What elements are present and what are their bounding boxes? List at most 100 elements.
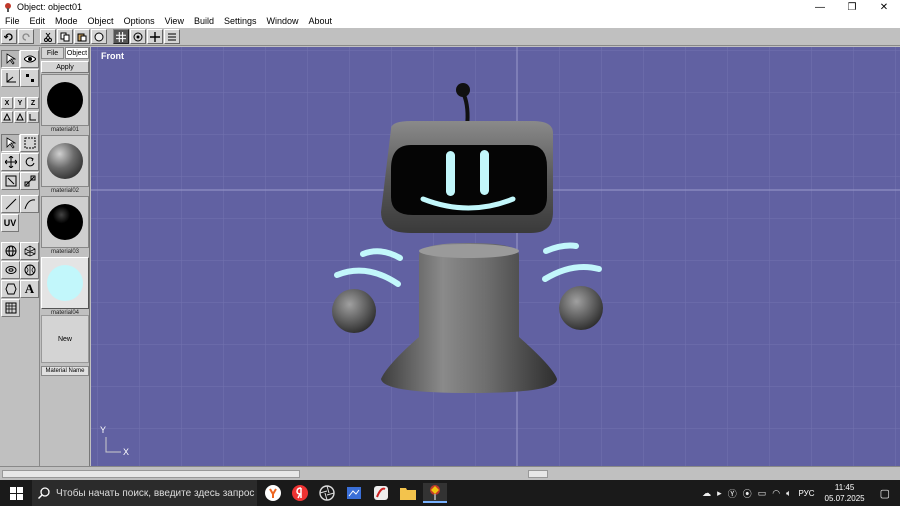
material-name-field[interactable]: Material Name xyxy=(41,366,89,376)
view-tool[interactable] xyxy=(20,50,39,68)
torus-tool[interactable] xyxy=(1,261,20,279)
rotate-tool[interactable] xyxy=(20,153,39,171)
new-material-button[interactable]: New xyxy=(41,315,89,363)
language-indicator[interactable]: РУС xyxy=(799,489,815,498)
uv-tool[interactable]: UV xyxy=(1,214,19,232)
mesh-tool[interactable] xyxy=(20,242,39,260)
menu-mode[interactable]: Mode xyxy=(50,16,83,26)
wifi-icon[interactable]: ◠ xyxy=(772,488,780,499)
line-tool[interactable] xyxy=(1,195,20,213)
taskbar-app3[interactable] xyxy=(315,483,339,503)
menu-about[interactable]: About xyxy=(304,16,338,26)
arrow-cursor-icon xyxy=(6,53,16,65)
flame-icon[interactable]: ⦿ xyxy=(743,487,752,500)
robot-hand-right xyxy=(559,286,603,330)
menu-view[interactable]: View xyxy=(160,16,189,26)
material-slot-01[interactable] xyxy=(41,74,89,126)
lock-y-button[interactable] xyxy=(14,111,26,123)
grid-button[interactable] xyxy=(113,29,129,44)
link-icon xyxy=(24,175,35,187)
notifications-icon[interactable]: ▢ xyxy=(880,487,890,500)
material-preview xyxy=(47,265,83,301)
system-tray: ☁ ▸ Ⓨ ⦿ ▭ ◠ 🔈︎ РУС 11:45 05.07.2025 ▢ xyxy=(699,480,900,506)
menu-build[interactable]: Build xyxy=(189,16,219,26)
start-button[interactable] xyxy=(0,480,32,506)
cut-button[interactable] xyxy=(40,29,56,44)
horizontal-scrollbar[interactable] xyxy=(0,466,900,480)
minimize-button[interactable]: — xyxy=(804,0,836,14)
redo-button[interactable] xyxy=(18,29,34,44)
menu-object[interactable]: Object xyxy=(83,16,119,26)
lathe-icon xyxy=(24,264,35,276)
polygon-tool[interactable] xyxy=(1,280,20,298)
tab-file[interactable]: File xyxy=(41,47,64,59)
redo-icon xyxy=(22,32,30,41)
lock-x-button[interactable] xyxy=(1,111,13,123)
restore-button[interactable]: ❐ xyxy=(836,0,868,14)
axis-x-label: X xyxy=(123,447,130,457)
copy-button[interactable] xyxy=(57,29,73,44)
marquee-icon xyxy=(24,137,35,149)
pointer-tool[interactable] xyxy=(1,134,20,152)
lock-z-button[interactable] xyxy=(27,111,39,123)
sphere-button[interactable] xyxy=(91,29,107,44)
undo-button[interactable] xyxy=(1,29,17,44)
move-button[interactable] xyxy=(147,29,163,44)
search-icon xyxy=(38,487,50,499)
select-tool[interactable] xyxy=(1,50,20,68)
tab-object[interactable]: Object xyxy=(65,47,89,59)
axis-z-button[interactable]: Z xyxy=(27,97,39,109)
material-preview xyxy=(47,143,83,179)
scrollbar-handle[interactable] xyxy=(528,470,548,478)
volume-icon[interactable]: 🔈︎ xyxy=(786,488,791,499)
battery-icon[interactable]: ▭ xyxy=(758,488,767,499)
cloud-icon[interactable]: ☁ xyxy=(702,488,711,499)
viewport-canvas[interactable] xyxy=(91,47,900,466)
taskbar-app5[interactable] xyxy=(369,483,393,503)
apply-button[interactable]: Apply xyxy=(41,61,89,73)
menu-edit[interactable]: Edit xyxy=(25,16,51,26)
points-tool[interactable] xyxy=(20,69,39,87)
menu-file[interactable]: File xyxy=(0,16,25,26)
image-editor-icon xyxy=(347,487,361,499)
curve-icon xyxy=(24,199,35,210)
link-tool[interactable] xyxy=(20,172,39,190)
scrollbar-thumb[interactable] xyxy=(2,470,300,478)
taskbar-app4[interactable] xyxy=(342,483,366,503)
axis-y-button[interactable]: Y xyxy=(14,97,26,109)
taskbar-search[interactable]: Чтобы начать поиск, введите здесь запрос xyxy=(32,480,257,506)
clock[interactable]: 11:45 05.07.2025 xyxy=(825,482,865,504)
taskbar-explorer[interactable] xyxy=(396,483,420,503)
material-slot-03[interactable] xyxy=(41,196,89,248)
material-slot-02[interactable] xyxy=(41,135,89,187)
move-tool[interactable] xyxy=(1,153,20,171)
yandex-tray-icon[interactable]: Ⓨ xyxy=(728,487,737,500)
wheel-icon xyxy=(133,32,143,41)
material-slot-04[interactable] xyxy=(41,257,89,309)
close-button[interactable]: ✕ xyxy=(868,0,900,14)
list-icon xyxy=(168,33,176,40)
table-tool[interactable] xyxy=(1,299,20,317)
taskbar-yandex-browser[interactable] xyxy=(261,483,285,503)
list-button[interactable] xyxy=(164,29,180,44)
cut-icon xyxy=(44,32,52,42)
text-tool[interactable]: A xyxy=(20,280,39,298)
chevron-right-icon[interactable]: ▸ xyxy=(717,488,722,499)
lathe-tool[interactable] xyxy=(20,261,39,279)
robot-hand-left xyxy=(332,289,376,333)
curve-tool[interactable] xyxy=(20,195,39,213)
menu-options[interactable]: Options xyxy=(119,16,160,26)
rect-select-tool[interactable] xyxy=(20,134,39,152)
undo-icon xyxy=(4,32,13,41)
taskbar-modeler[interactable] xyxy=(423,483,447,503)
viewport-front[interactable]: Front Y X xyxy=(91,47,900,466)
menu-window[interactable]: Window xyxy=(262,16,304,26)
menu-settings[interactable]: Settings xyxy=(219,16,262,26)
axis-tool[interactable] xyxy=(1,69,20,87)
taskbar-yandex[interactable] xyxy=(288,483,312,503)
scale-tool[interactable] xyxy=(1,172,20,190)
paste-button[interactable] xyxy=(74,29,90,44)
sphere-tool[interactable] xyxy=(1,242,20,260)
axis-x-button[interactable]: X xyxy=(1,97,13,109)
wheel-button[interactable] xyxy=(130,29,146,44)
